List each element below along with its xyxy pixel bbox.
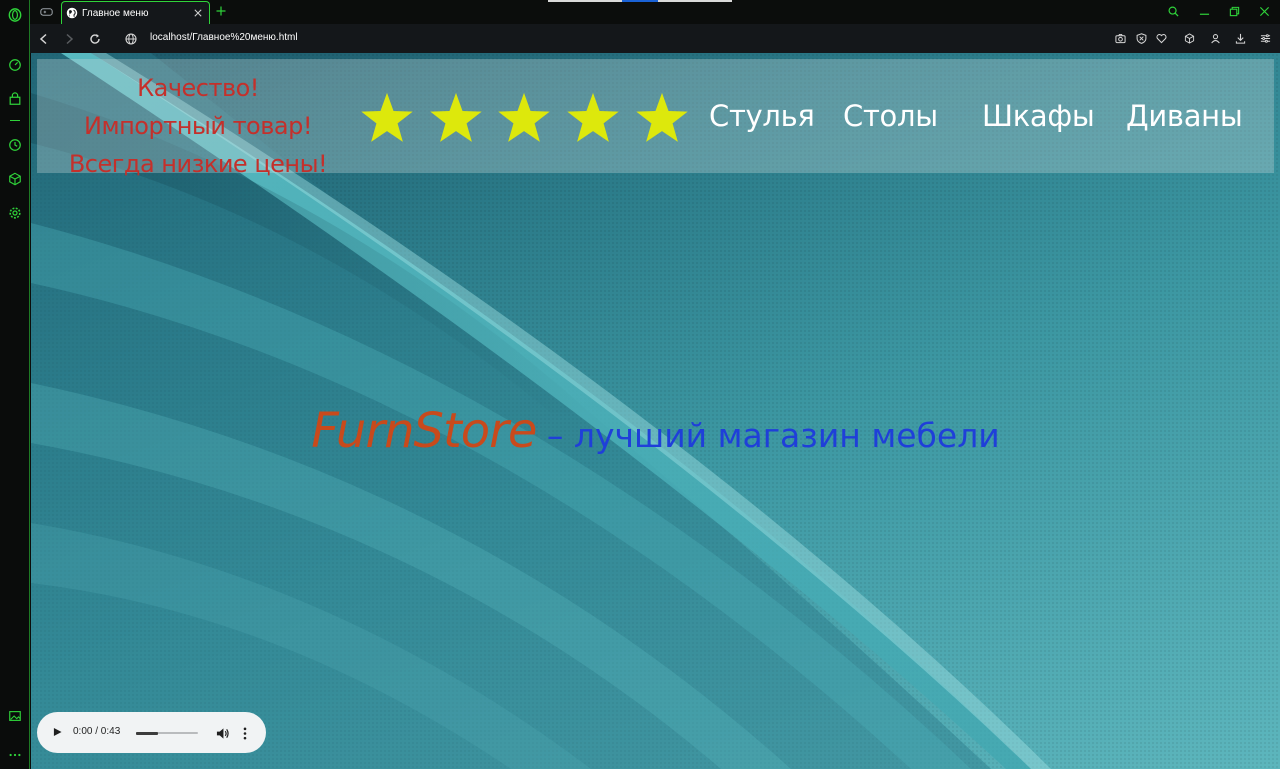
audio-player: 0:00 / 0:43 xyxy=(37,712,266,753)
star-icon xyxy=(353,89,422,149)
rating-stars xyxy=(353,89,696,149)
slogan-block: Качество! Импортный товар! Всегда низкие… xyxy=(53,69,343,183)
shield-icon[interactable] xyxy=(1134,31,1148,45)
search-tabs-icon[interactable] xyxy=(1165,3,1181,19)
extensions-cube-icon[interactable] xyxy=(7,171,23,187)
header-panel: Качество! Импортный товар! Всегда низкие… xyxy=(37,59,1274,178)
back-arrow-icon[interactable] xyxy=(36,31,52,47)
brand-name: FurnStore xyxy=(311,403,537,459)
slogan-line-import: Импортный товар! xyxy=(84,112,312,140)
star-icon xyxy=(490,89,559,149)
heart-icon[interactable] xyxy=(1154,31,1168,45)
tab-strip: Главное меню xyxy=(30,0,1280,24)
star-icon xyxy=(627,89,696,149)
close-window-icon[interactable] xyxy=(1256,3,1272,19)
menu-item-sofas[interactable]: Диваны xyxy=(1126,99,1243,133)
close-tab-icon[interactable] xyxy=(191,6,205,20)
easy-setup-icon[interactable] xyxy=(1258,31,1272,45)
slogan-line-prices: Всегда низкие цены! xyxy=(68,150,328,178)
tab-main-menu[interactable]: Главное меню xyxy=(61,1,210,24)
download-icon[interactable] xyxy=(1233,31,1247,45)
site-info-globe-icon[interactable] xyxy=(123,31,139,47)
address-bar: localhost/Главное%20меню.html xyxy=(30,24,1280,53)
shopping-bag-icon[interactable] xyxy=(7,91,23,107)
menu-item-tables[interactable]: Столы xyxy=(843,99,938,133)
forward-arrow-icon[interactable] xyxy=(61,31,77,47)
gallery-icon[interactable] xyxy=(7,708,23,724)
settings-gear-icon[interactable] xyxy=(7,205,23,221)
new-tab-plus-icon[interactable] xyxy=(213,3,229,19)
gamepad-icon[interactable] xyxy=(34,2,58,22)
globe-icon xyxy=(66,7,78,19)
tab-title: Главное меню xyxy=(82,7,149,19)
speed-dial-icon[interactable] xyxy=(7,57,23,73)
window-title-indicator xyxy=(548,0,732,2)
star-icon xyxy=(559,89,628,149)
star-icon xyxy=(422,89,491,149)
browser-sidebar xyxy=(0,0,30,769)
cube-icon[interactable] xyxy=(1182,31,1196,45)
audio-more-options-icon[interactable] xyxy=(240,725,250,741)
hero-heading: FurnStore – лучший магазин мебели xyxy=(31,403,1280,459)
audio-progress-fill xyxy=(136,731,158,735)
volume-icon[interactable] xyxy=(214,725,230,741)
camera-snapshot-icon[interactable] xyxy=(1113,31,1127,45)
history-icon[interactable] xyxy=(7,137,23,153)
url-field[interactable]: localhost/Главное%20меню.html xyxy=(150,32,298,43)
page-viewport: Качество! Импортный товар! Всегда низкие… xyxy=(31,53,1280,769)
audio-time: 0:00 / 0:43 xyxy=(73,726,121,737)
profile-icon[interactable] xyxy=(1208,31,1222,45)
menu-item-chairs[interactable]: Стулья xyxy=(709,99,815,133)
restore-window-icon[interactable] xyxy=(1226,3,1242,19)
brand-tagline: – лучший магазин мебели xyxy=(536,416,1000,455)
reload-icon[interactable] xyxy=(87,31,103,47)
menu-item-wardrobes[interactable]: Шкафы xyxy=(982,99,1095,133)
minimize-icon[interactable] xyxy=(1196,3,1212,19)
browser-logo-icon[interactable] xyxy=(7,7,23,23)
slogan-line-quality: Качество! xyxy=(137,74,259,102)
play-icon[interactable] xyxy=(50,725,64,739)
audio-seek-slider[interactable] xyxy=(136,731,198,735)
more-dots-icon[interactable] xyxy=(7,747,23,763)
sidebar-divider xyxy=(10,120,20,121)
